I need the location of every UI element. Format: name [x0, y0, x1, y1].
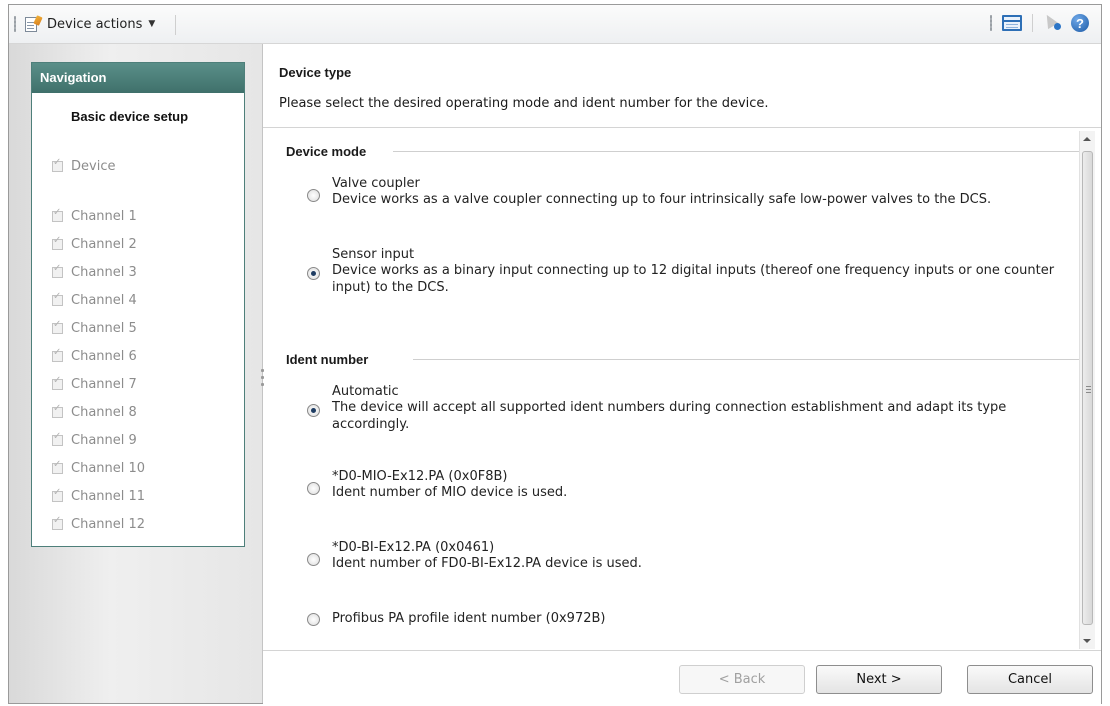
vertical-scrollbar[interactable] [1079, 131, 1095, 649]
toolbar: Device actions ▼ ? [9, 5, 1101, 44]
nav-item-label: Channel 2 [71, 237, 137, 252]
document-edit-icon [25, 14, 43, 33]
scrollbar-thumb[interactable] [1082, 151, 1093, 625]
nav-item-label: Channel 10 [71, 461, 146, 476]
window-layout-icon[interactable] [1002, 15, 1022, 31]
checked-icon [52, 207, 63, 222]
page-description: Please select the desired operating mode… [279, 96, 769, 111]
nav-item-label: Channel 6 [71, 349, 137, 364]
nav-item-channel-9[interactable]: Channel 9 [52, 431, 137, 448]
nav-item-label: Device [71, 159, 116, 174]
option-description: The device will accept all supported ide… [332, 400, 1007, 432]
checked-icon [52, 515, 63, 530]
option-title: *D0-MIO-Ex12.PA (0x0F8B) [332, 469, 508, 484]
option-title: Profibus PA profile ident number (0x972B… [332, 611, 606, 626]
checked-icon [52, 319, 63, 334]
checked-icon [52, 375, 63, 390]
wizard-footer: < Back Next > Cancel [263, 650, 1101, 706]
nav-item-label: Channel 8 [71, 405, 137, 420]
option-title: Sensor input [332, 247, 415, 262]
nav-item-label: Channel 9 [71, 433, 137, 448]
nav-item-channel-7[interactable]: Channel 7 [52, 375, 137, 392]
page-title: Device type [279, 65, 352, 80]
toolbar-divider [175, 15, 176, 35]
toolbar-divider-right [1032, 14, 1033, 32]
nav-item-device[interactable]: Device [52, 157, 116, 174]
checked-icon [52, 347, 63, 362]
section-divider [393, 151, 1079, 152]
dialog-window: Device actions ▼ ? Navigation Basic devi… [8, 4, 1102, 706]
nav-item-label: Channel 4 [71, 293, 137, 308]
option-description: Ident number of MIO device is used. [332, 485, 568, 500]
next-button[interactable]: Next > [816, 665, 942, 694]
radio-mio-ident[interactable] [307, 482, 320, 495]
scroll-up-icon[interactable] [1083, 137, 1091, 141]
toolbar-grip[interactable] [14, 16, 16, 32]
option-text: Automatic The device will accept all sup… [332, 384, 1062, 433]
navigation-title[interactable]: Basic device setup [32, 93, 244, 124]
option-description: Device works as a binary input connectin… [332, 263, 1055, 295]
option-title: *D0-BI-Ex12.PA (0x0461) [332, 540, 495, 555]
option-text: Sensor input Device works as a binary in… [332, 247, 1062, 296]
nav-item-channel-10[interactable]: Channel 10 [52, 459, 146, 476]
nav-item-label: Channel 11 [71, 489, 146, 504]
option-title: Automatic [332, 384, 399, 399]
checked-icon [52, 487, 63, 502]
nav-item-channel-3[interactable]: Channel 3 [52, 263, 137, 280]
help-icon[interactable]: ? [1071, 14, 1089, 32]
context-help-icon[interactable] [1041, 11, 1061, 32]
option-description: Device works as a valve coupler connecti… [332, 192, 992, 207]
radio-automatic[interactable] [307, 404, 320, 417]
nav-item-label: Channel 7 [71, 377, 137, 392]
nav-item-channel-11[interactable]: Channel 11 [52, 487, 146, 504]
option-text: *D0-MIO-Ex12.PA (0x0F8B) Ident number of… [332, 469, 1062, 501]
radio-sensor-input[interactable] [307, 267, 320, 280]
option-title: Valve coupler [332, 176, 420, 191]
option-description: Ident number of FD0-BI-Ex12.PA device is… [332, 556, 642, 571]
checked-icon [52, 291, 63, 306]
radio-valve-coupler[interactable] [307, 189, 320, 202]
device-actions-menu[interactable]: Device actions ▼ [25, 13, 155, 35]
page-header: Device type Please select the desired op… [263, 44, 1101, 128]
toolbar-right-group: ? [990, 11, 1089, 32]
nav-item-label: Channel 3 [71, 265, 137, 280]
navigation-panel: Navigation Basic device setup Device Cha… [31, 62, 245, 547]
nav-item-label: Channel 12 [71, 517, 146, 532]
grip-icon [1086, 386, 1091, 393]
nav-item-channel-12[interactable]: Channel 12 [52, 515, 146, 532]
nav-item-channel-2[interactable]: Channel 2 [52, 235, 137, 252]
checked-icon [52, 235, 63, 250]
nav-item-channel-1[interactable]: Channel 1 [52, 207, 137, 224]
device-mode-heading: Device mode [286, 144, 375, 159]
cancel-button[interactable]: Cancel [967, 665, 1093, 694]
nav-item-label: Channel 1 [71, 209, 137, 224]
chevron-down-icon: ▼ [148, 19, 156, 29]
nav-item-channel-6[interactable]: Channel 6 [52, 347, 137, 364]
checked-icon [52, 157, 63, 172]
option-text: Profibus PA profile ident number (0x972B… [332, 611, 1062, 626]
checked-icon [52, 263, 63, 278]
back-button[interactable]: < Back [679, 665, 805, 694]
checked-icon [52, 459, 63, 474]
checked-icon [52, 431, 63, 446]
nav-item-channel-4[interactable]: Channel 4 [52, 291, 137, 308]
option-text: Valve coupler Device works as a valve co… [332, 176, 1062, 208]
radio-profibus-ident[interactable] [307, 613, 320, 626]
nav-item-channel-8[interactable]: Channel 8 [52, 403, 137, 420]
section-divider [413, 359, 1079, 360]
options-content: Device mode Valve coupler Device works a… [263, 129, 1079, 646]
option-text: *D0-BI-Ex12.PA (0x0461) Ident number of … [332, 540, 1062, 572]
navigation-header: Navigation [32, 63, 244, 93]
scroll-down-icon[interactable] [1083, 639, 1091, 643]
device-actions-label: Device actions [47, 16, 143, 32]
nav-item-channel-5[interactable]: Channel 5 [52, 319, 137, 336]
toolbar-grip-right [990, 15, 992, 31]
nav-item-label: Channel 5 [71, 321, 137, 336]
ident-number-heading: Ident number [286, 352, 377, 367]
checked-icon [52, 403, 63, 418]
radio-bi-ident[interactable] [307, 553, 320, 566]
